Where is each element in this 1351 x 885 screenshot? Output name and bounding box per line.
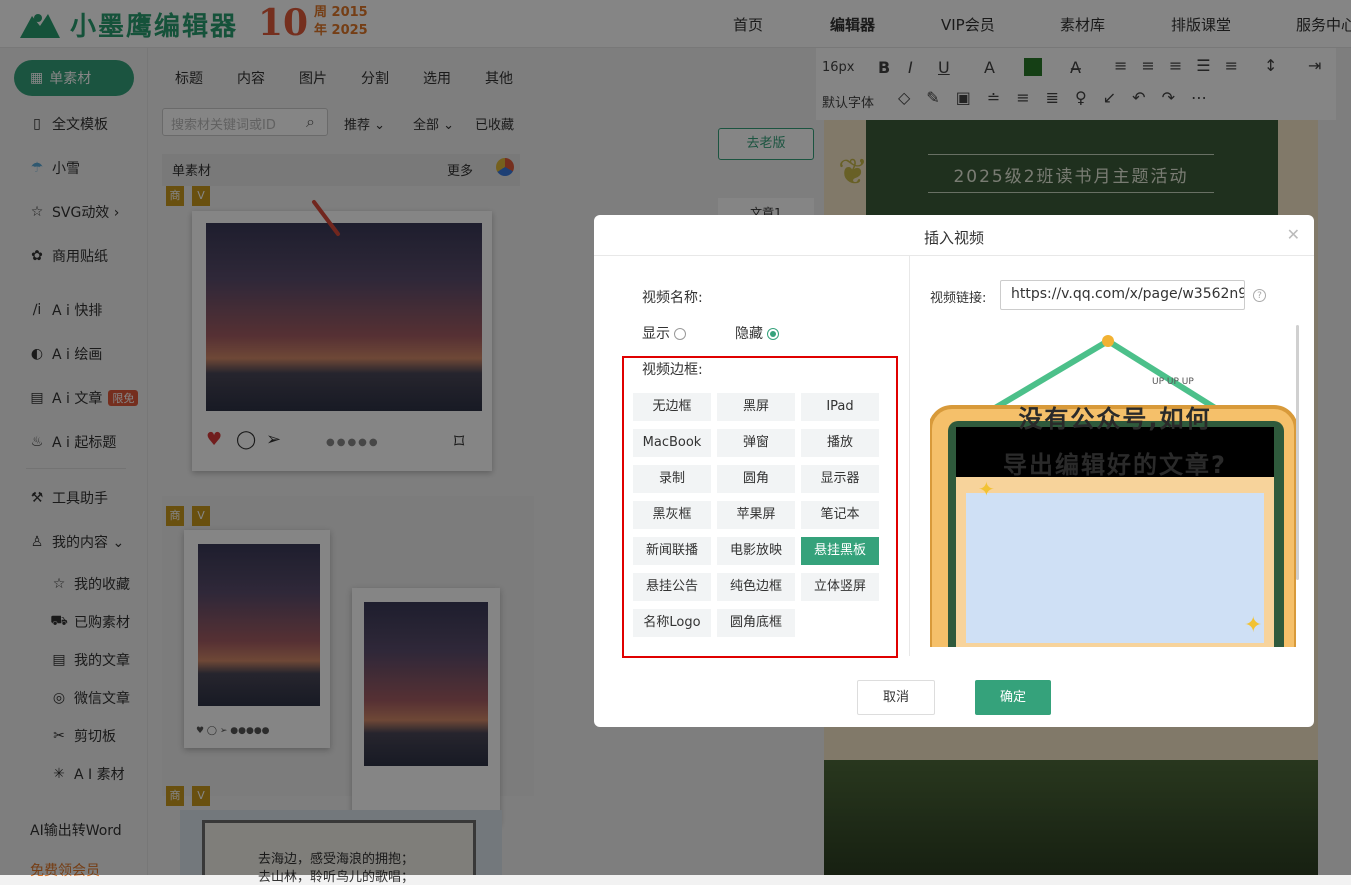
frame-option[interactable]: 圆角 <box>717 465 795 493</box>
confirm-button[interactable]: 确定 <box>975 680 1051 715</box>
help-icon[interactable]: ? <box>1253 289 1266 302</box>
preview-scrollbar[interactable] <box>1296 325 1299 580</box>
frame-option[interactable]: 黑屏 <box>717 393 795 421</box>
video-frame-label: 视频边框: <box>642 362 703 378</box>
frame-option[interactable]: 苹果屏 <box>717 501 795 529</box>
frame-option[interactable]: 电影放映 <box>717 537 795 565</box>
frame-option[interactable]: 播放 <box>801 429 879 457</box>
frame-option[interactable]: 黑灰框 <box>633 501 711 529</box>
cancel-button[interactable]: 取消 <box>857 680 935 715</box>
dialog-title: 插入视频 <box>923 229 984 247</box>
video-url-input[interactable]: https://v.qq.com/x/page/w3562n9 <box>1000 280 1245 310</box>
preview-line2: 导出编辑好的文章? <box>1003 451 1227 479</box>
frame-option[interactable]: 立体竖屏 <box>801 573 879 601</box>
frame-option[interactable]: 无边框 <box>633 393 711 421</box>
video-url-label: 视频链接: <box>930 291 987 306</box>
video-preview: UP UP UP 没有公众号,如何 导出编辑好的文章? ✦ ✦ <box>930 335 1296 647</box>
frame-option[interactable]: 笔记本 <box>801 501 879 529</box>
sparkle-icon: ✦ <box>1244 613 1263 638</box>
divider <box>594 255 1314 256</box>
frame-option[interactable]: 名称Logo <box>633 609 711 637</box>
hide-option[interactable]: 隐藏 <box>735 323 779 343</box>
frame-option[interactable]: IPad <box>801 393 879 421</box>
video-name-label: 视频名称: <box>642 290 703 306</box>
frame-option[interactable]: 录制 <box>633 465 711 493</box>
frame-option[interactable]: 悬挂公告 <box>633 573 711 601</box>
preview-topline: UP UP UP <box>1152 377 1194 387</box>
preview-line1: 没有公众号,如何 <box>1018 405 1212 433</box>
sparkle-icon: ✦ <box>978 477 995 501</box>
show-option[interactable]: 显示 <box>642 323 686 343</box>
frame-option[interactable]: 圆角底框 <box>717 609 795 637</box>
divider <box>909 256 910 656</box>
frame-option[interactable]: 显示器 <box>801 465 879 493</box>
frame-option-selected[interactable]: 悬挂黑板 <box>801 537 879 565</box>
hide-radio[interactable] <box>767 328 779 340</box>
show-radio[interactable] <box>674 328 686 340</box>
frame-option[interactable]: 新闻联播 <box>633 537 711 565</box>
close-icon[interactable]: ✕ <box>1287 225 1300 244</box>
frame-option[interactable]: 纯色边框 <box>717 573 795 601</box>
frame-option[interactable]: MacBook <box>633 429 711 457</box>
frame-option[interactable]: 弹窗 <box>717 429 795 457</box>
insert-video-dialog: 插入视频 ✕ 视频名称: 显示 隐藏 视频边框: 无边框 黑屏 IPad Mac… <box>594 215 1314 727</box>
